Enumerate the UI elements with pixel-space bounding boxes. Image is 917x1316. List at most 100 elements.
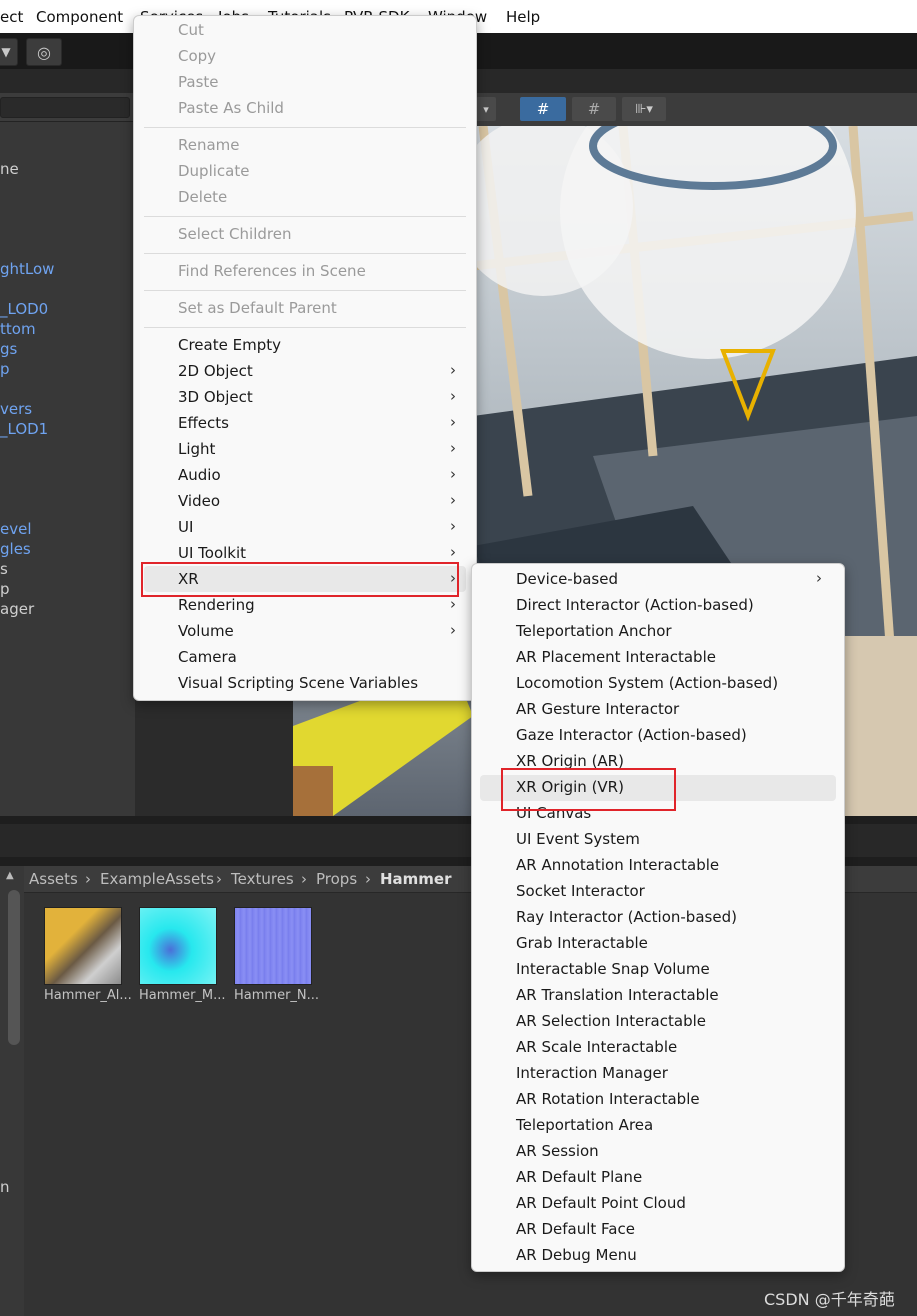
- menu-item-duplicate: Duplicate: [178, 162, 250, 180]
- xr-menu-item-ar-annotation-interactable[interactable]: AR Annotation Interactable: [516, 856, 719, 874]
- chevron-down-icon: ▾: [483, 102, 489, 116]
- collab-button[interactable]: ◎: [26, 38, 62, 66]
- folder-tree-scrollbar[interactable]: [8, 890, 20, 1045]
- hierarchy-item[interactable]: p: [0, 580, 10, 598]
- menu-item-rendering[interactable]: Rendering: [178, 596, 255, 614]
- xr-menu-item-teleportation-anchor[interactable]: Teleportation Anchor: [516, 622, 672, 640]
- xr-menu-item-ar-gesture-interactor[interactable]: AR Gesture Interactor: [516, 700, 679, 718]
- menu-item-camera[interactable]: Camera: [178, 648, 237, 666]
- breadcrumb-props[interactable]: Props: [316, 870, 357, 888]
- xr-menu-item-ar-default-point-cloud[interactable]: AR Default Point Cloud: [516, 1194, 686, 1212]
- hierarchy-item[interactable]: _LOD0: [0, 300, 48, 318]
- hierarchy-item[interactable]: gles: [0, 540, 31, 558]
- menu-item-volume[interactable]: Volume: [178, 622, 234, 640]
- chevron-right-icon: ›: [450, 439, 456, 457]
- chevron-right-icon: ›: [816, 569, 822, 587]
- asset-label[interactable]: Hammer_N...: [234, 988, 319, 1003]
- asset-thumbnail-albedo[interactable]: [44, 907, 122, 985]
- menu-item-select-children: Select Children: [178, 225, 292, 243]
- account-dropdown-button[interactable]: ▼: [0, 38, 18, 66]
- xr-menu-item-grab-interactable[interactable]: Grab Interactable: [516, 934, 648, 952]
- menu-item-light[interactable]: Light: [178, 440, 215, 458]
- menu-item-ui-toolkit[interactable]: UI Toolkit: [178, 544, 246, 562]
- hierarchy-search-input[interactable]: [0, 97, 130, 118]
- menu-separator: [144, 290, 466, 291]
- hierarchy-item[interactable]: ghtLow: [0, 260, 54, 278]
- menu-item-create-empty[interactable]: Create Empty: [178, 336, 281, 354]
- chevron-right-icon: ›: [450, 543, 456, 561]
- xr-menu-item-gaze-interactor-action-based[interactable]: Gaze Interactor (Action-based): [516, 726, 747, 744]
- asset-label[interactable]: Hammer_Al...: [44, 988, 132, 1003]
- xr-menu-item-interaction-manager[interactable]: Interaction Manager: [516, 1064, 668, 1082]
- breadcrumb-assets[interactable]: Assets: [29, 870, 78, 888]
- xr-menu-item-ar-debug-menu[interactable]: AR Debug Menu: [516, 1246, 637, 1264]
- xr-menu-item-ar-selection-interactable[interactable]: AR Selection Interactable: [516, 1012, 706, 1030]
- menu-separator: [144, 253, 466, 254]
- folder-tree-item[interactable]: n: [0, 1178, 10, 1196]
- chevron-right-icon: ›: [450, 491, 456, 509]
- scene-dropdown-button[interactable]: ▾: [476, 97, 496, 121]
- snap-settings-button[interactable]: #: [572, 97, 616, 121]
- xr-menu-item-interactable-snap-volume[interactable]: Interactable Snap Volume: [516, 960, 710, 978]
- chevron-right-icon: ›: [450, 517, 456, 535]
- xr-menu-item-device-based[interactable]: Device-based: [516, 570, 618, 588]
- xr-menu-item-ar-default-plane[interactable]: AR Default Plane: [516, 1168, 642, 1186]
- xr-menu-item-ar-translation-interactable[interactable]: AR Translation Interactable: [516, 986, 719, 1004]
- menu-item-video[interactable]: Video: [178, 492, 220, 510]
- hierarchy-item[interactable]: evel: [0, 520, 32, 538]
- breadcrumb-exampleassets[interactable]: ExampleAssets: [100, 870, 214, 888]
- menu-help[interactable]: Help: [506, 8, 540, 26]
- hierarchy-item[interactable]: ager: [0, 600, 34, 618]
- asset-thumbnail-normal[interactable]: [234, 907, 312, 985]
- xr-menu-item-direct-interactor-action-based[interactable]: Direct Interactor (Action-based): [516, 596, 754, 614]
- chevron-right-icon: ›: [450, 465, 456, 483]
- hierarchy-item[interactable]: ttom: [0, 320, 36, 338]
- xr-menu-item-ar-default-face[interactable]: AR Default Face: [516, 1220, 635, 1238]
- hierarchy-item[interactable]: gs: [0, 340, 17, 358]
- menu-item-2d-object[interactable]: 2D Object: [178, 362, 253, 380]
- menu-item-visual-scripting-scene-variables[interactable]: Visual Scripting Scene Variables: [178, 674, 418, 692]
- gizmo-toggle-button[interactable]: #: [520, 97, 566, 121]
- menu-item-cut: Cut: [178, 21, 204, 39]
- hierarchy-item[interactable]: _LOD1: [0, 420, 48, 438]
- chevron-right-icon: ›: [450, 621, 456, 639]
- hierarchy-item[interactable]: vers: [0, 400, 32, 418]
- xr-menu-item-ar-session[interactable]: AR Session: [516, 1142, 599, 1160]
- xr-origin-vr-highlight-box: [501, 768, 676, 811]
- menu-item-audio[interactable]: Audio: [178, 466, 221, 484]
- breadcrumb-hammer[interactable]: Hammer: [380, 870, 452, 888]
- menu-item-effects[interactable]: Effects: [178, 414, 229, 432]
- xr-menu-item-socket-interactor[interactable]: Socket Interactor: [516, 882, 645, 900]
- asset-label[interactable]: Hammer_M...: [139, 988, 226, 1003]
- menu-item-copy: Copy: [178, 47, 217, 65]
- hierarchy-item[interactable]: ne: [0, 160, 19, 178]
- xr-menu-item-ui-event-system[interactable]: UI Event System: [516, 830, 640, 848]
- menu-item-paste: Paste: [178, 73, 219, 91]
- menu-item-3d-object[interactable]: 3D Object: [178, 388, 253, 406]
- menu-item-rename: Rename: [178, 136, 240, 154]
- watermark-text: CSDN @千年奇葩: [764, 1290, 895, 1309]
- xr-menu-item-ar-placement-interactable[interactable]: AR Placement Interactable: [516, 648, 716, 666]
- hierarchy-item[interactable]: s: [0, 560, 8, 578]
- xr-menu-item-ray-interactor-action-based[interactable]: Ray Interactor (Action-based): [516, 908, 737, 926]
- menu-item-ui[interactable]: UI: [178, 518, 193, 536]
- scroll-up-arrow-icon[interactable]: ▲: [6, 870, 14, 881]
- xr-menu-item-ar-rotation-interactable[interactable]: AR Rotation Interactable: [516, 1090, 700, 1108]
- xr-menu-item-ar-scale-interactable[interactable]: AR Scale Interactable: [516, 1038, 677, 1056]
- xr-menu-item-locomotion-system-action-based[interactable]: Locomotion System (Action-based): [516, 674, 778, 692]
- breadcrumb-separator: ›: [365, 870, 371, 888]
- hierarchy-item[interactable]: p: [0, 360, 10, 378]
- snap-grid-icon: #: [587, 100, 601, 118]
- breadcrumb-textures[interactable]: Textures: [231, 870, 294, 888]
- xr-menu-item-teleportation-area[interactable]: Teleportation Area: [516, 1116, 653, 1134]
- chevron-right-icon: ›: [450, 595, 456, 613]
- ruler-icon: ⊪▾: [635, 101, 653, 117]
- xr-submenu: Device-based › Direct Interactor (Action-b…: [471, 563, 845, 1272]
- menu-project[interactable]: ect: [0, 8, 23, 26]
- menu-separator: [144, 327, 466, 328]
- menu-item-set-as-default-parent: Set as Default Parent: [178, 299, 337, 317]
- menu-component[interactable]: Component: [36, 8, 123, 26]
- ruler-button[interactable]: ⊪▾: [622, 97, 666, 121]
- hierarchy-context-menu: Cut Copy Paste Paste As Child Rename Duplicat…: [133, 15, 477, 701]
- asset-thumbnail-metallic[interactable]: [139, 907, 217, 985]
